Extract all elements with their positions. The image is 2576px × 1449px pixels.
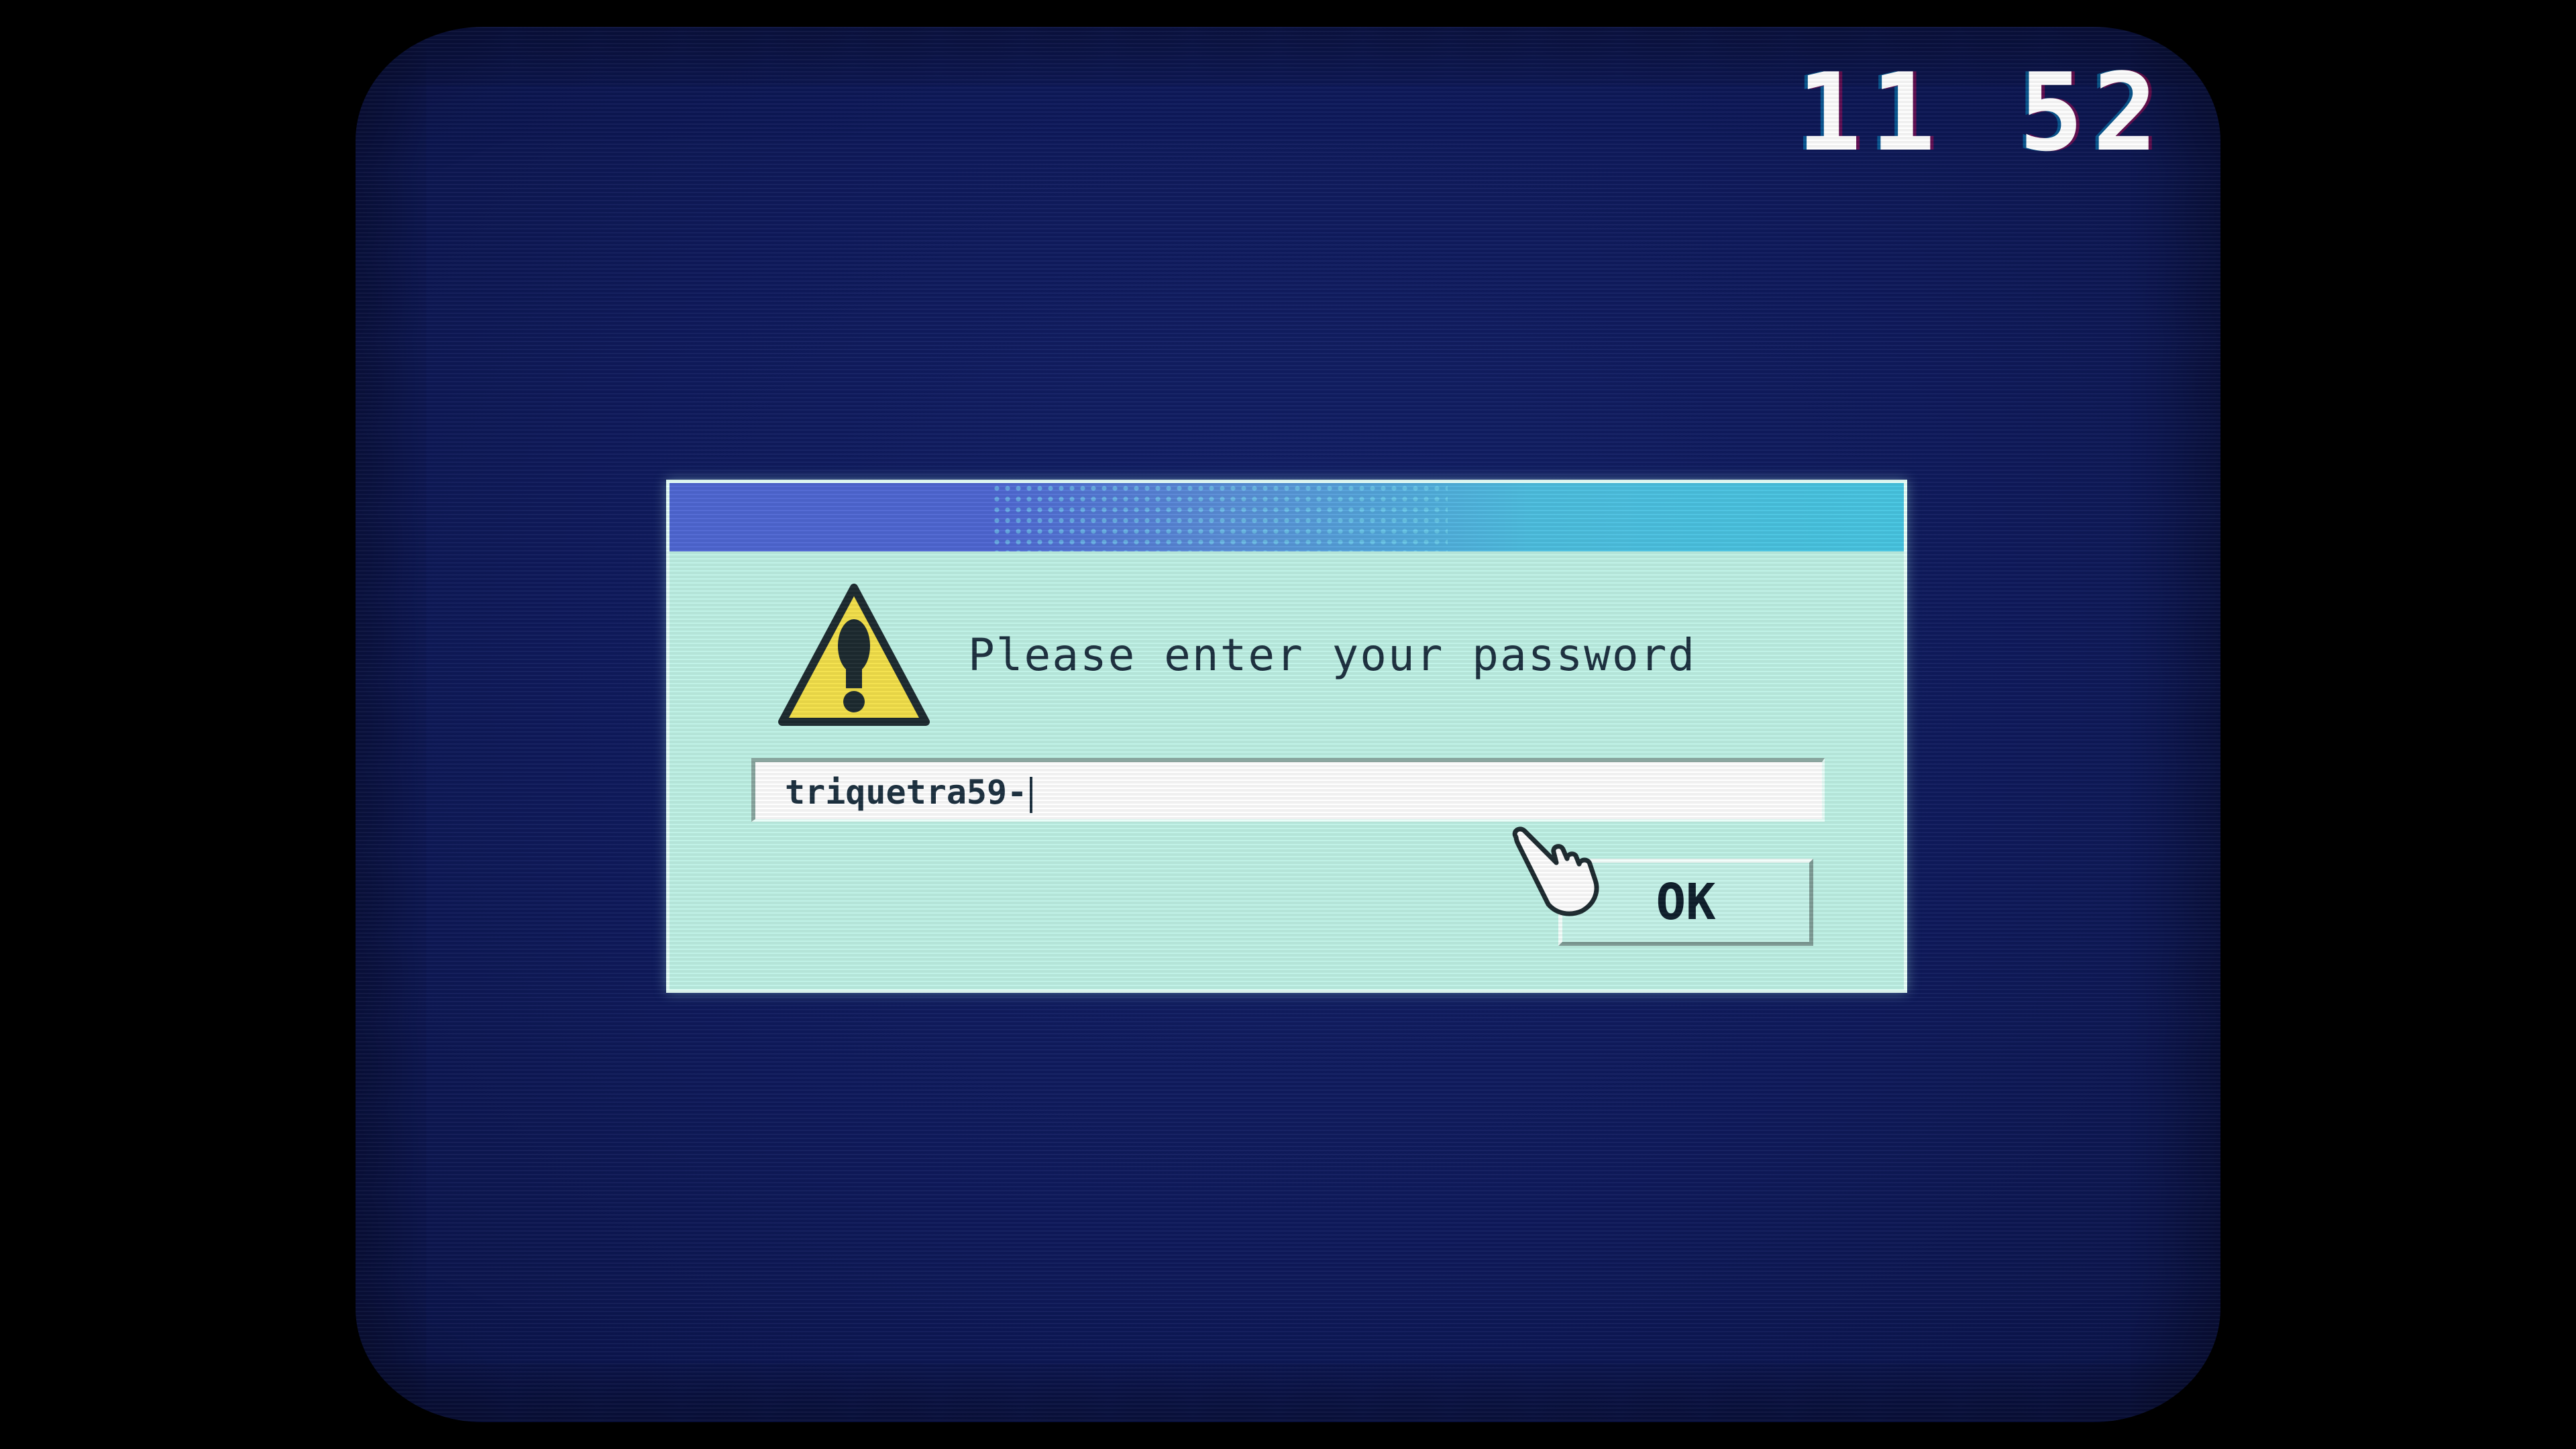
- password-text: triquetra59-: [785, 773, 1028, 812]
- hand-pointer-cursor: [1512, 826, 1599, 916]
- dialog-titlebar[interactable]: [669, 483, 1904, 551]
- password-input[interactable]: triquetra59-: [751, 758, 1825, 822]
- clock-display: 11 52: [1796, 50, 2167, 175]
- password-dialog: Please enter your password triquetra59- …: [666, 480, 1907, 993]
- warning-icon: [778, 584, 930, 726]
- dialog-message: Please enter your password: [968, 629, 1697, 681]
- crt-monitor: 11 52 Please enter your password triquet…: [0, 0, 2576, 1449]
- text-caret: [1030, 776, 1033, 813]
- password-input-value: triquetra59-: [785, 773, 1033, 813]
- titlebar-gradient-pattern: [991, 483, 1448, 551]
- desktop-screen: 11 52 Please enter your password triquet…: [356, 27, 2220, 1422]
